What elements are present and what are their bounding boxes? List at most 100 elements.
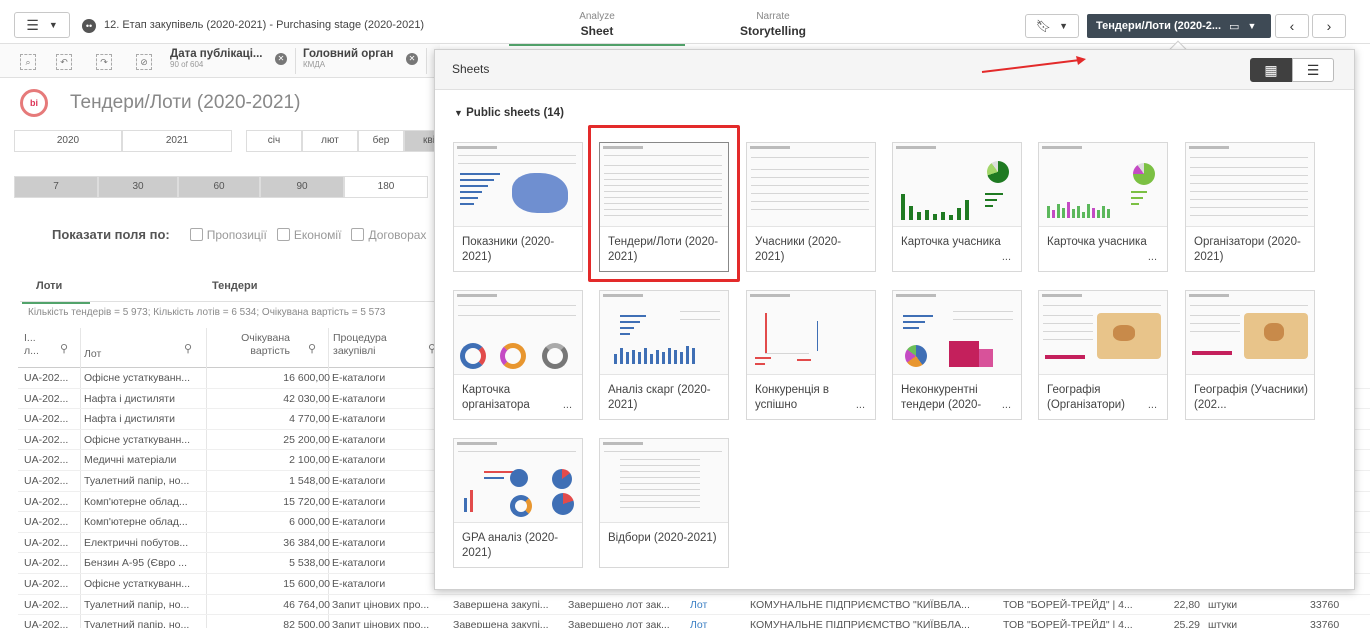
narrate-label: Narrate [756, 11, 790, 22]
checkbox-contracts[interactable] [351, 228, 365, 241]
selection-chip-publication-date[interactable]: Дата публікаці... 90 of 604 ✕ [164, 48, 296, 74]
menu-icon: ☰ [26, 16, 39, 33]
table-row[interactable]: UA-202... Туалетний папір, но... 82 500,00… [18, 615, 1370, 628]
days-filter-90[interactable]: 90 [260, 176, 344, 198]
days-filter-30[interactable]: 30 [98, 176, 178, 198]
bi-logo-icon: bi [20, 89, 48, 117]
month-filter-jan[interactable]: січ [246, 130, 302, 152]
table-row[interactable]: UA-202... Туалетний папір, но... 46 764,00… [18, 595, 1370, 616]
table-header: І... л... ⚲ Лот ⚲ Очікувана вартість ⚲ П… [18, 328, 440, 368]
previous-sheet-button[interactable]: ‹ [1275, 14, 1309, 38]
days-filter-60[interactable]: 60 [178, 176, 260, 198]
search-icon[interactable]: ⚲ [184, 342, 192, 355]
more-indicator: ... [1001, 251, 1011, 263]
kpi-summary: Кількість тендерів = 5 973; Кількість ло… [28, 307, 386, 318]
sheet-card-label: Організатори (2020-2021) [1194, 236, 1301, 263]
page-title: Тендери/Лоти (2020-2021) [70, 92, 301, 113]
tab-lots[interactable]: Лоти [21, 280, 91, 304]
sheet-card-label: Відбори (2020-2021) [608, 532, 717, 544]
days-filter-7[interactable]: 7 [14, 176, 98, 198]
year-filter-2021[interactable]: 2021 [122, 130, 232, 152]
storytelling-label: Storytelling [739, 24, 806, 38]
caret-down-icon: ▼ [1059, 21, 1069, 31]
sheet-card-participant-card-1[interactable]: Карточка учасника ... [892, 142, 1022, 272]
sheet-card-organizers[interactable]: Організатори (2020-2021) [1185, 142, 1315, 272]
step-forward-icon[interactable]: ↷ [96, 54, 112, 70]
analyze-sheet-tab[interactable]: Analyze Sheet [509, 11, 685, 46]
sheet-card-indicators[interactable]: Показники (2020-2021) [453, 142, 583, 272]
sheet-card-label: Карточка учасника [901, 236, 1001, 248]
search-icon[interactable]: ⚲ [60, 342, 68, 355]
show-fields-options: Показати поля по: Пропозиції Економії До… [52, 227, 450, 242]
top-toolbar: ☰ ▼ •• 12. Етап закупівель (2020-2021) -… [0, 0, 1370, 46]
sheet-card-gpa-analysis[interactable]: GPA аналіз (2020-2021) [453, 438, 583, 568]
app-title: 12. Етап закупівель (2020-2021) - Purcha… [104, 19, 425, 31]
sheet-card-label: Карточка учасника [1047, 236, 1147, 248]
close-icon[interactable]: ✕ [406, 53, 418, 65]
sheet-thumbnail [600, 439, 728, 523]
tab-tenders[interactable]: Тендери [212, 280, 258, 292]
annotation-arrow-icon [981, 56, 1086, 73]
column-header-lot[interactable]: Лот [84, 348, 101, 361]
sheet-card-label: Учасники (2020-2021) [755, 236, 842, 263]
list-view-button[interactable]: ☰ [1292, 58, 1334, 82]
show-fields-label: Показати поля по: [52, 227, 170, 242]
close-icon[interactable]: ✕ [275, 53, 287, 65]
caret-down-icon: ▼ [48, 20, 58, 30]
sheet-thumbnail [454, 291, 582, 375]
bookmarks-button[interactable]: 🔖︎ ▼ [1025, 14, 1079, 38]
column-header-procedure[interactable]: Процедура закупівлі [333, 332, 405, 358]
sheet-card-participant-card-2[interactable]: Карточка учасника ... [1038, 142, 1168, 272]
smart-search-icon[interactable]: ⌕ [20, 54, 36, 70]
hamburger-menu-button[interactable]: ☰ ▼ [14, 12, 70, 38]
sheet-card-noncompetitive-tenders[interactable]: Неконкурентні тендери (2020- ... [892, 290, 1022, 420]
sheet-thumbnail [1186, 143, 1314, 227]
selections-bar: ⌕ ↶ ↷ ⊘ Дата публікаці... 90 of 604 ✕ Го… [0, 44, 440, 78]
sheet-thumbnail [454, 143, 582, 227]
checkbox-label: Економії [293, 227, 342, 242]
next-sheet-button[interactable]: › [1312, 14, 1346, 38]
sheet-thumbnail [747, 291, 875, 375]
sheet-card-geography-participants[interactable]: Географія (Учасники) (202... [1185, 290, 1315, 420]
highlight-box [588, 125, 740, 282]
sheet-card-selections[interactable]: Відбори (2020-2021) [599, 438, 729, 568]
more-indicator: ... [855, 399, 865, 411]
days-filter-180[interactable]: 180 [344, 176, 428, 198]
chevron-left-icon: ‹ [1289, 18, 1295, 34]
clear-selections-icon[interactable]: ⊘ [136, 54, 152, 70]
section-label: Public sheets (14) [466, 107, 564, 119]
year-filter-2020[interactable]: 2020 [14, 130, 122, 152]
lots-tenders-tabs: Лоти Тендери [20, 270, 440, 304]
sheet-label: Sheet [580, 24, 614, 38]
sheet-thumbnail [454, 439, 582, 523]
step-back-icon[interactable]: ↶ [56, 54, 72, 70]
bookmark-icon: 🔖︎ [1035, 19, 1052, 33]
column-header-id[interactable]: І... л... [24, 332, 46, 358]
sheet-card-geography-organizers[interactable]: Географія (Організатори) ... [1038, 290, 1168, 420]
sheet-icon: ▭ [1229, 20, 1240, 33]
grid-view-button[interactable]: ▦ [1250, 58, 1292, 82]
sheet-card-organizer-card[interactable]: Карточка організатора ... [453, 290, 583, 420]
current-sheet-label: Тендери/Лоти (2020-2... [1096, 20, 1222, 32]
sheet-card-complaints-analysis[interactable]: Аналіз скарг (2020-2021) [599, 290, 729, 420]
checkbox-proposals[interactable] [189, 228, 203, 241]
sheet-selector-button[interactable]: Тендери/Лоти (2020-2... ▭ ▼ [1087, 14, 1271, 38]
sheet-card-label: Аналіз скарг (2020-2021) [608, 384, 711, 411]
checkbox-savings[interactable] [276, 228, 290, 241]
narrate-storytelling-tab[interactable]: Narrate Storytelling [685, 11, 861, 38]
grid-icon: ▦ [1264, 62, 1278, 78]
sheet-card-competition[interactable]: Конкуренція в успішно ... [746, 290, 876, 420]
month-filter-mar[interactable]: бер [358, 130, 404, 152]
column-header-expected-value[interactable]: Очікувана вартість [224, 332, 290, 358]
more-indicator: ... [562, 399, 572, 411]
sheet-card-participants[interactable]: Учасники (2020-2021) [746, 142, 876, 272]
public-sheets-section-toggle[interactable]: ▼ Public sheets (14) [454, 107, 564, 119]
sheets-panel-header: Sheets ▦ ☰ [435, 50, 1354, 90]
sheet-thumbnail [747, 143, 875, 227]
list-icon: ☰ [1306, 62, 1320, 78]
sheet-thumbnail [600, 291, 728, 375]
month-filter-feb[interactable]: лют [302, 130, 358, 152]
selection-chip-main-body[interactable]: Головний орган КМДА ✕ [297, 48, 427, 74]
search-icon[interactable]: ⚲ [308, 342, 316, 355]
app-icon: •• [82, 19, 96, 33]
